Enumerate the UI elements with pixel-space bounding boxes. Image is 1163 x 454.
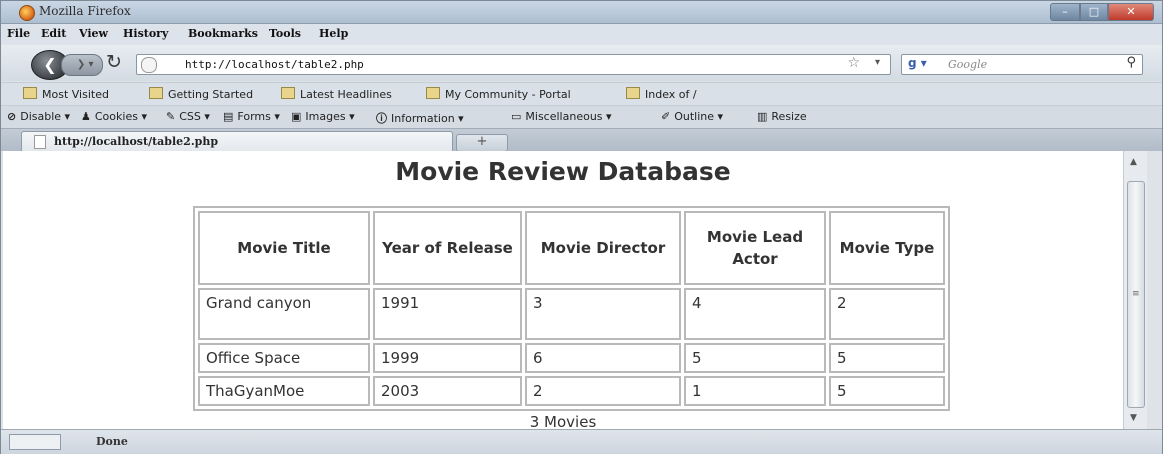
- movie-count: 3 Movies: [529, 413, 597, 429]
- status-bar: Done: [1, 429, 1162, 454]
- column-header: Movie Type: [829, 211, 945, 285]
- dev-css[interactable]: ✎ CSS ▾: [166, 110, 210, 123]
- cell-type: 2: [829, 288, 945, 340]
- browser-window: Mozilla Firefox – □ ✕ File Edit View His…: [0, 0, 1163, 454]
- bookmark-getting-started[interactable]: Getting Started: [149, 87, 253, 101]
- cell-year: 1999: [373, 343, 522, 373]
- search-icon[interactable]: ⚲: [1126, 55, 1136, 70]
- page-title: Movie Review Database: [395, 157, 731, 186]
- bookmark-latest-headlines[interactable]: Latest Headlines: [281, 87, 392, 101]
- tab-active[interactable]: http://localhost/table2.php: [21, 131, 453, 152]
- css-icon: ✎: [166, 110, 176, 123]
- tab-label: http://localhost/table2.php: [54, 135, 219, 148]
- vertical-scrollbar[interactable]: ▲ ≡ ▼: [1123, 151, 1147, 429]
- dev-disable[interactable]: ⊘ Disable ▾: [7, 110, 70, 123]
- bookmark-most-visited[interactable]: Most Visited: [23, 87, 109, 101]
- bookmark-star-icon[interactable]: ☆: [847, 55, 860, 71]
- menu-tools[interactable]: Tools: [269, 27, 301, 40]
- menu-view[interactable]: View: [79, 27, 108, 40]
- bookmark-index-of[interactable]: Index of /: [626, 87, 697, 101]
- menu-bookmarks[interactable]: Bookmarks: [188, 27, 258, 40]
- rss-icon: [281, 87, 295, 99]
- url-text: http://localhost/table2.php: [185, 58, 364, 71]
- resize-icon: ▥: [757, 110, 768, 123]
- cell-title: Grand canyon: [198, 288, 370, 340]
- menu-bar: File Edit View History Bookmarks Tools H…: [1, 24, 1162, 44]
- cell-lead-actor: 1: [684, 376, 826, 406]
- bookmark-my-community[interactable]: My Community - Portal: [426, 87, 571, 101]
- maximize-button[interactable]: □: [1080, 3, 1108, 21]
- dev-cookies[interactable]: ♟ Cookies ▾: [81, 110, 147, 123]
- dev-images[interactable]: ▣ Images ▾: [291, 110, 355, 123]
- dev-forms[interactable]: ▤ Forms ▾: [223, 110, 280, 123]
- menu-help[interactable]: Help: [319, 27, 348, 40]
- cell-lead-actor: 5: [684, 343, 826, 373]
- search-bar[interactable]: g ▾ Google ⚲: [901, 54, 1143, 75]
- cell-year: 1991: [373, 288, 522, 340]
- scroll-grip-icon: ≡: [1132, 289, 1140, 299]
- miscellaneous-icon: ▭: [511, 110, 522, 123]
- navigation-toolbar: ❮ ❯ ▾ ↻ http://localhost/table2.php ☆ ▾ …: [1, 45, 1162, 81]
- bookmark-page-icon: [426, 87, 440, 99]
- url-dropdown-icon[interactable]: ▾: [875, 57, 880, 68]
- table-row: ThaGyanMoe 2003 2 1 5: [198, 376, 945, 406]
- cell-director: 6: [525, 343, 681, 373]
- forms-icon: ▤: [223, 110, 234, 123]
- scroll-up-icon[interactable]: ▲: [1130, 157, 1137, 167]
- title-bar: Mozilla Firefox – □ ✕: [1, 1, 1162, 24]
- cell-type: 5: [829, 343, 945, 373]
- dev-resize[interactable]: ▥ Resize: [757, 110, 807, 123]
- dev-information[interactable]: ⓘ Information ▾: [376, 110, 464, 126]
- page-icon: [34, 135, 46, 149]
- menu-file[interactable]: File: [7, 27, 30, 40]
- minimize-button[interactable]: –: [1050, 3, 1080, 21]
- cell-year: 2003: [373, 376, 522, 406]
- bookmarks-toolbar: Most Visited Getting Started Latest Head…: [1, 82, 1162, 105]
- cell-director: 3: [525, 288, 681, 340]
- address-bar[interactable]: http://localhost/table2.php ☆ ▾: [136, 54, 891, 75]
- dev-miscellaneous[interactable]: ▭ Miscellaneous ▾: [511, 110, 612, 123]
- close-button[interactable]: ✕: [1108, 3, 1154, 21]
- forward-icon[interactable]: ❯ ▾: [61, 54, 103, 76]
- dev-outline[interactable]: ✐ Outline ▾: [661, 110, 723, 123]
- cell-title: Office Space: [198, 343, 370, 373]
- images-icon: ▣: [291, 110, 302, 123]
- cell-type: 5: [829, 376, 945, 406]
- cookies-icon: ♟: [81, 110, 91, 123]
- tab-strip: http://localhost/table2.php +: [1, 128, 1162, 152]
- cell-lead-actor: 4: [684, 288, 826, 340]
- column-header: Movie Title: [198, 211, 370, 285]
- scroll-down-icon[interactable]: ▼: [1130, 413, 1137, 423]
- cell-director: 2: [525, 376, 681, 406]
- movies-table: Movie Title Year of Release Movie Direct…: [193, 206, 950, 411]
- status-indicator-icon[interactable]: [9, 434, 61, 450]
- bookmark-page-icon: [149, 87, 163, 99]
- reload-icon[interactable]: ↻: [106, 51, 122, 73]
- column-header: Movie Lead Actor: [684, 211, 826, 285]
- cell-title: ThaGyanMoe: [198, 376, 370, 406]
- status-text: Done: [96, 435, 128, 448]
- web-developer-toolbar: ⊘ Disable ▾ ♟ Cookies ▾ ✎ CSS ▾ ▤ Forms ▾ ▣ I…: [1, 105, 1162, 128]
- column-header: Movie Director: [525, 211, 681, 285]
- bookmark-folder-icon: [23, 87, 37, 99]
- table-row: Office Space 1999 6 5 5: [198, 343, 945, 373]
- search-engine-icon[interactable]: g ▾: [908, 56, 927, 70]
- outline-icon: ✐: [661, 110, 671, 123]
- disable-icon: ⊘: [7, 110, 17, 123]
- bookmark-page-icon: [626, 87, 640, 99]
- firefox-icon: [19, 5, 35, 21]
- site-identity-icon[interactable]: [141, 57, 157, 73]
- menu-history[interactable]: History: [123, 27, 168, 40]
- table-header-row: Movie Title Year of Release Movie Direct…: [198, 211, 945, 285]
- page-content: Movie Review Database Movie Title Year o…: [3, 151, 1123, 429]
- table-row: Grand canyon 1991 3 4 2: [198, 288, 945, 340]
- new-tab-button[interactable]: +: [456, 134, 508, 152]
- search-placeholder: Google: [948, 58, 988, 71]
- column-header: Year of Release: [373, 211, 522, 285]
- window-right-edge: [1147, 151, 1162, 429]
- window-title: Mozilla Firefox: [39, 4, 131, 18]
- information-icon: ⓘ: [376, 112, 387, 125]
- menu-edit[interactable]: Edit: [41, 27, 66, 40]
